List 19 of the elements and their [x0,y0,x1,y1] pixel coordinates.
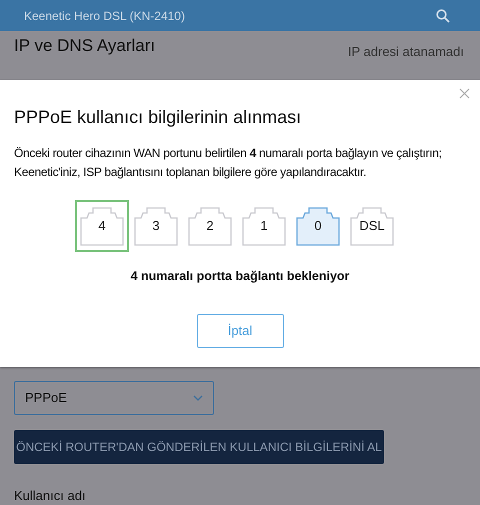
dialog-text: Önceki router cihazının WAN portunu belirtilen 4 numaralı porta bağlayın ve çalıştırın; Keenetic'iniz, ISP bağlantısını toplanan bilgilere göre yapılandıracaktır. [14,145,443,181]
port-label: 2 [205,217,215,235]
page-title: IP ve DNS Ayarları [14,35,156,57]
port-label: DSL [358,217,386,235]
chevron-down-icon [193,395,203,401]
search-icon[interactable] [436,8,450,22]
ip-status: IP adresi atanamadı [348,43,464,61]
close-icon[interactable] [459,88,470,99]
device-title: Keenetic Hero DSL (KN-2410) [24,8,185,24]
fetch-credentials-button[interactable]: ÖNCEKİ ROUTER'DAN GÖNDERİLEN KULLANICI BİLGİLERİNİ AL [14,430,384,464]
port-label: 0 [313,217,323,235]
dialog-title: PPPoE kullanıcı bilgilerinin alınması [14,106,302,129]
protocol-select[interactable]: PPPoE [14,381,214,415]
cancel-button[interactable]: İptal [196,314,284,348]
port-label: 1 [259,217,269,235]
connection-status: 4 numaralı portta bağlantı bekleniyor [130,268,350,285]
port-label: 4 [97,217,107,235]
port-label: 3 [151,217,161,235]
username-label: Kullanıcı adı [14,487,86,505]
